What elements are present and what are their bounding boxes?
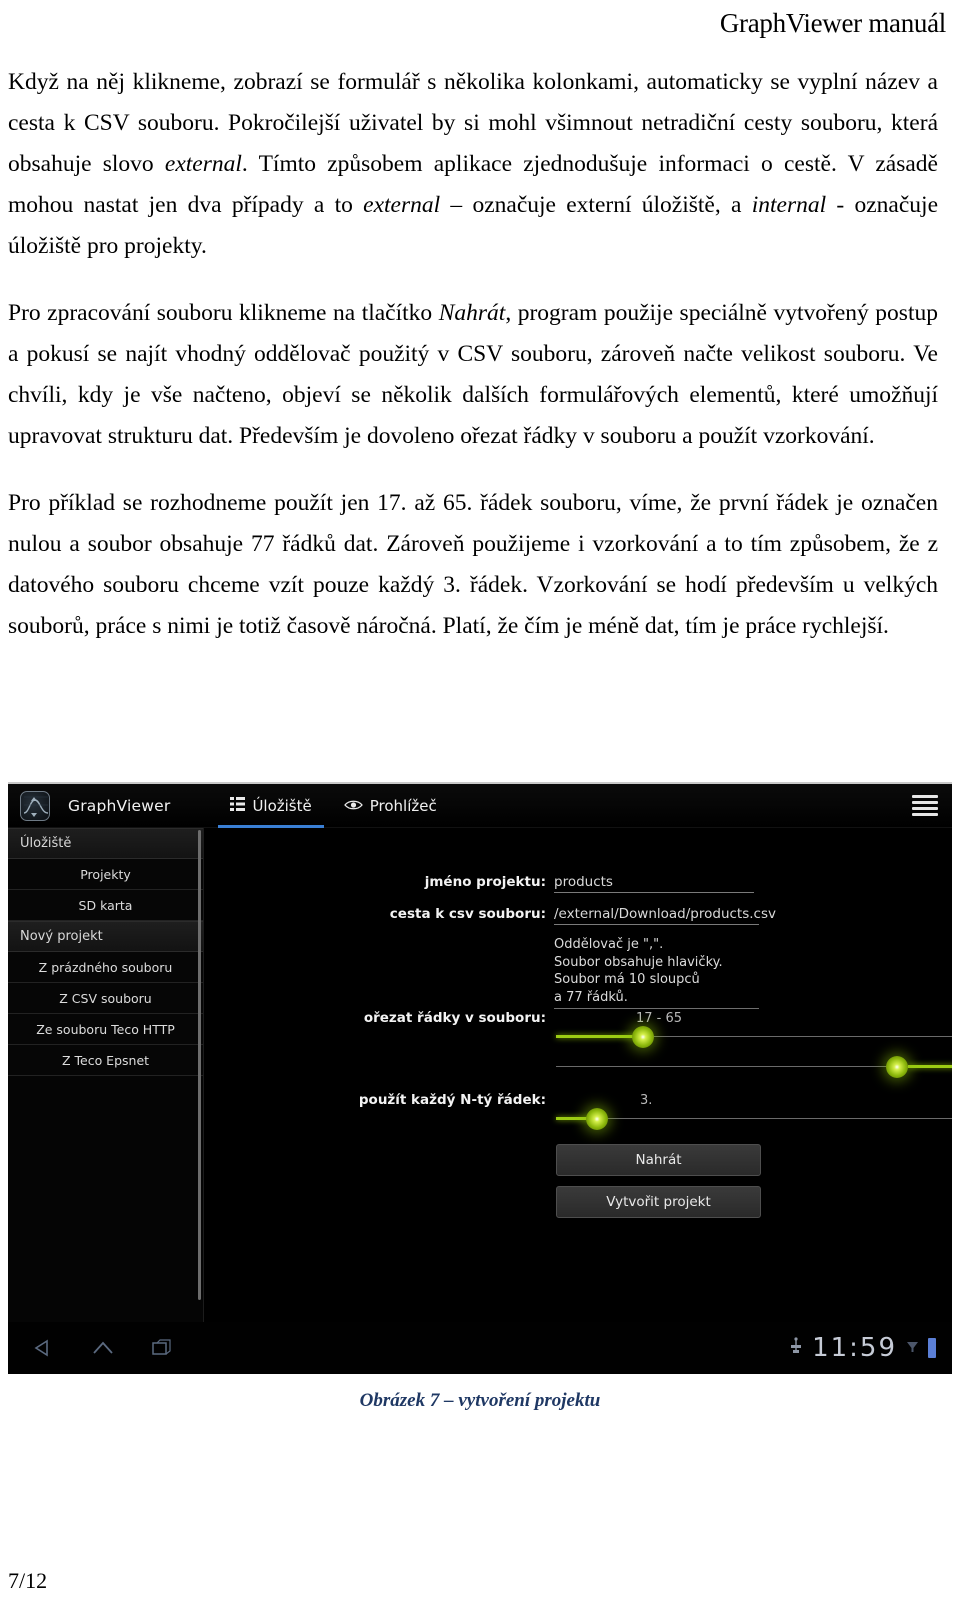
page-number: 7/12 [8, 1568, 48, 1593]
status-clock: 11:59 [812, 1333, 897, 1363]
emphasis-text: external [363, 192, 441, 218]
sidebar-item-z-csv-souboru[interactable]: Z CSV souboru [8, 983, 203, 1014]
battery-icon [928, 1338, 936, 1358]
sidebar-item-z-prazdneho-souboru[interactable]: Z prázdného souboru [8, 952, 203, 983]
signal-icon [906, 1339, 919, 1358]
tab-label: Prohlížeč [369, 796, 437, 815]
sidebar-item-sd-karta[interactable]: SD karta [8, 890, 203, 921]
slider-knob[interactable] [886, 1056, 908, 1078]
back-icon[interactable] [30, 1339, 56, 1357]
home-icon[interactable] [90, 1339, 116, 1357]
tab-prohlizec[interactable]: Prohlížeč [328, 784, 453, 828]
overflow-menu-icon[interactable] [912, 793, 938, 819]
app-tabs: Úložiště Prohlížeč [214, 784, 452, 828]
text-run: Pro zpracování souboru klikneme na tlačí… [8, 300, 439, 326]
sidebar-scrollbar[interactable] [198, 830, 201, 1300]
sidebar-header-novy-projekt: Nový projekt [8, 921, 203, 952]
sidebar-item-projekty[interactable]: Projekty [8, 859, 203, 890]
create-project-button[interactable]: Vytvořit projekt [556, 1186, 761, 1218]
recents-icon[interactable] [150, 1339, 174, 1357]
status-area: 11:59 [789, 1333, 936, 1363]
nav-buttons [30, 1339, 174, 1357]
usb-icon [789, 1337, 803, 1359]
app-title: GraphViewer [68, 796, 171, 815]
sample-rate-slider[interactable] [556, 1108, 952, 1130]
project-name-label: jméno projektu: [424, 874, 546, 890]
slider-track [556, 1118, 952, 1119]
trim-rows-label: ořezat řádky v souboru: [363, 1010, 546, 1026]
list-icon [230, 796, 246, 815]
tab-ulosiste[interactable]: Úložiště [214, 784, 327, 828]
upload-button[interactable]: Nahrát [556, 1144, 761, 1176]
trim-rows-value: 17 - 65 [635, 1011, 683, 1026]
sidebar: Úložiště Projekty SD karta Nový projekt … [8, 828, 204, 1322]
app-bar: GraphViewer Úložiště Prohlížeč [8, 784, 952, 828]
sidebar-item-z-teco-epsnet[interactable]: Z Teco Epsnet [8, 1045, 203, 1076]
slider-knob[interactable] [632, 1026, 654, 1048]
emphasis-text: internal [751, 192, 827, 218]
slider-fill [556, 1035, 642, 1038]
info-line-separator: Oddělovač je ",". [554, 937, 664, 952]
tab-label: Úložiště [252, 796, 312, 815]
sample-rate-value: 3. [640, 1093, 653, 1108]
paragraph-1: Když na něj klikneme, zobrazí se formulá… [8, 62, 938, 267]
info-line-headers: Soubor obsahuje hlavičky. [554, 954, 723, 970]
android-navigation-bar: 11:59 [8, 1322, 952, 1374]
emphasis-text: external [164, 151, 242, 177]
info-line-rows: a 77 řádků. [554, 989, 628, 1005]
document-page: GraphViewer manuál Když na něj klikneme,… [0, 0, 960, 1612]
new-project-form: jméno projektu: products cesta k csv sou… [204, 828, 952, 1322]
info-line-columns: Soubor má 10 sloupců [554, 972, 700, 987]
sidebar-item-ze-souboru-teco-http[interactable]: Ze souboru Teco HTTP [8, 1014, 203, 1045]
csv-path-row: cesta k csv souboru: /external/Download/… [204, 906, 952, 925]
trim-end-slider[interactable] [556, 1056, 952, 1078]
paragraph-2: Pro zpracování souboru klikneme na tlačí… [8, 293, 938, 457]
csv-path-input[interactable]: /external/Download/products.csv [554, 906, 776, 925]
page-header: GraphViewer manuál [719, 8, 946, 38]
trim-rows-row: ořezat řádky v souboru: 17 - 65 [204, 1010, 952, 1026]
sample-rate-label: použít každý N-tý řádek: [358, 1092, 546, 1108]
file-info-block: Oddělovač je ",". Soubor obsahuje hlavič… [554, 936, 759, 1009]
paragraph-3: Pro příklad se rozhodneme použít jen 17.… [8, 483, 938, 647]
sample-rate-row: použít každý N-tý řádek: 3. [204, 1092, 952, 1108]
screen-body: Úložiště Projekty SD karta Nový projekt … [8, 828, 952, 1322]
eye-icon [343, 797, 363, 815]
sidebar-header-ulosiste: Úložiště [8, 828, 203, 859]
text-run: Pro příklad se rozhodneme použít jen 17.… [8, 490, 938, 639]
text-run: – označuje externí úložiště, a [440, 192, 752, 218]
project-name-row: jméno projektu: products [204, 874, 952, 893]
body-text: Když na něj klikneme, zobrazí se formulá… [8, 62, 938, 673]
figure-caption: Obrázek 7 – vytvoření projektu [359, 1390, 601, 1411]
emphasis-text: Nahrát [438, 300, 506, 326]
csv-path-label: cesta k csv souboru: [389, 906, 546, 922]
android-screenshot-figure: GraphViewer Úložiště Prohlížeč Úložiště … [8, 782, 952, 1374]
slider-fill [908, 1065, 952, 1068]
slider-knob[interactable] [586, 1108, 608, 1130]
trim-start-slider[interactable] [556, 1026, 952, 1048]
project-name-input[interactable]: products [554, 874, 754, 893]
graph-logo-icon [20, 790, 50, 821]
